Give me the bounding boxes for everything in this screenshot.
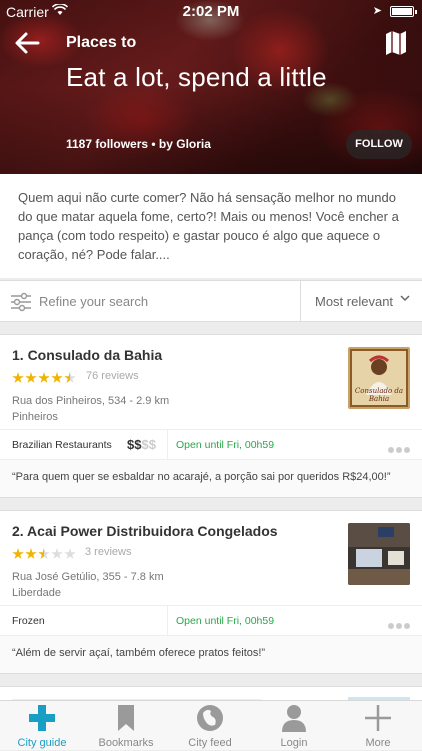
address-line: Rua José Getúlio, 355 - 7.8 km — [12, 571, 164, 583]
place-name[interactable]: 1. Consulado da Bahia — [12, 347, 162, 363]
sort-label: Most relevant — [315, 294, 394, 309]
place-name[interactable]: 2. Acai Power Distribuidora Congelados — [12, 523, 278, 539]
list-subtitle: Places to — [66, 34, 137, 51]
tab-city-guide[interactable]: City guide — [0, 701, 84, 751]
star-half-icon — [38, 548, 50, 559]
opening-hours: Open until Fri, 00h59 — [176, 615, 275, 627]
status-bar: Carrier 2:02 PM ➤ — [0, 0, 422, 22]
place-quote: “Para quem quer se esbaldar no acarajé, … — [0, 459, 422, 497]
refine-search-input[interactable]: Refine your search — [39, 294, 148, 309]
place-address: Rua José Getúlio, 355 - 7.8 km Liberdade — [12, 569, 164, 601]
tab-city-feed[interactable]: City feed — [168, 701, 252, 751]
place-meta-row: Frozen Open until Fri, 00h59 — [0, 605, 422, 636]
tab-more[interactable]: More — [336, 701, 420, 751]
address-line: Rua dos Pinheiros, 534 - 2.9 km — [12, 395, 170, 407]
star-half-icon — [64, 372, 76, 383]
divider — [167, 430, 168, 460]
battery-icon — [390, 6, 417, 17]
map-icon — [386, 31, 406, 55]
price-active: $$ — [127, 437, 142, 452]
place-card[interactable]: 1. Consulado da Bahia 76 reviews Rua dos… — [0, 334, 422, 498]
more-options-icon[interactable] — [386, 616, 410, 634]
place-address: Rua dos Pinheiros, 534 - 2.9 km Pinheiro… — [12, 393, 169, 425]
place-quote: “Além de servir açaí, também oferece pra… — [0, 635, 422, 673]
tab-label: Login — [280, 737, 308, 749]
place-card[interactable]: 2. Acai Power Distribuidora Congelados 3… — [0, 510, 422, 674]
bookmark-icon — [118, 705, 134, 731]
category-label: Brazilian Restaurants — [12, 439, 112, 451]
refine-bar: Refine your search Most relevant — [0, 280, 422, 322]
star-icon — [38, 372, 50, 383]
list-meta[interactable]: 1187 followers • by Gloria — [66, 137, 211, 151]
filter-sliders-icon[interactable] — [10, 292, 32, 312]
follow-button[interactable]: FOLLOW — [346, 130, 412, 159]
divider — [167, 606, 168, 636]
star-icon — [12, 548, 24, 559]
back-button[interactable] — [12, 28, 42, 58]
city-feed-icon — [197, 705, 223, 731]
tab-label: More — [365, 737, 391, 749]
place-meta-row: Brazilian Restaurants $$$$ Open until Fr… — [0, 429, 422, 460]
clock: 2:02 PM — [182, 3, 240, 20]
star-icon — [25, 548, 37, 559]
tab-label: City feed — [188, 737, 232, 749]
arrow-left-icon — [15, 32, 40, 54]
location-arrow-icon: ➤ — [372, 5, 382, 17]
user-icon — [282, 705, 306, 732]
opening-hours: Open until Fri, 00h59 — [176, 439, 275, 451]
city-guide-icon — [29, 705, 55, 731]
list-description: Quem aqui não curte comer? Não há sensaç… — [0, 174, 422, 278]
plus-icon — [365, 705, 391, 731]
tab-login[interactable]: Login — [252, 701, 336, 751]
map-button[interactable] — [384, 30, 408, 56]
star-icon — [12, 372, 24, 383]
neighborhood: Liberdade — [12, 587, 61, 599]
chevron-down-icon — [400, 294, 410, 305]
price-level: $$$$ — [127, 437, 156, 452]
place-thumbnail[interactable]: Consulado da Bahia — [348, 347, 410, 409]
star-icon — [25, 372, 37, 383]
list-title: Eat a lot, spend a little — [66, 62, 327, 92]
star-empty-icon — [64, 548, 76, 559]
star-empty-icon — [51, 548, 63, 559]
place-thumbnail[interactable] — [348, 523, 410, 585]
review-count[interactable]: 3 reviews — [85, 546, 131, 558]
tab-label: City guide — [17, 737, 67, 749]
tab-bookmarks[interactable]: Bookmarks — [84, 701, 168, 751]
category-label: Frozen — [12, 615, 45, 627]
more-options-icon[interactable] — [386, 440, 410, 458]
tab-bar: City guide Bookmarks City feed Login Mor… — [0, 700, 422, 750]
review-count[interactable]: 76 reviews — [86, 370, 139, 382]
neighborhood: Pinheiros — [12, 411, 58, 423]
sort-dropdown[interactable]: Most relevant — [300, 281, 422, 321]
hero-header: Carrier 2:02 PM ➤ Places to Eat a lot, s… — [0, 0, 422, 174]
star-rating — [12, 547, 77, 561]
star-rating — [12, 371, 77, 385]
tab-label: Bookmarks — [98, 737, 154, 749]
price-inactive: $$ — [141, 437, 156, 452]
star-icon — [51, 372, 63, 383]
thumbnail-logo-text: Consulado da Bahia — [354, 387, 404, 403]
